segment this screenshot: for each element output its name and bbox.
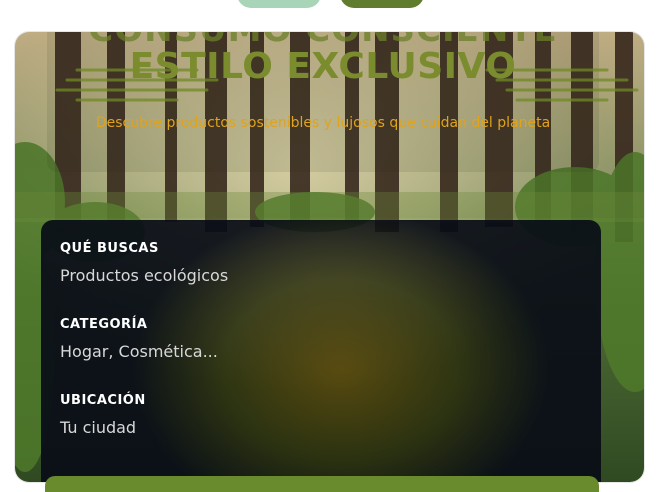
search-field-what[interactable]: QUÉ BUSCAS Productos ecológicos: [60, 241, 228, 285]
search-panel: QUÉ BUSCAS Productos ecológicos CATEGORÍ…: [41, 220, 601, 482]
field-input-category[interactable]: Hogar, Cosmética...: [60, 342, 218, 361]
field-label-location: UBICACIÓN: [60, 393, 146, 408]
hero-content: CONSUMO CONSCIENTE ESTILO EXCLUSIVO Desc…: [47, 32, 639, 172]
field-label-what: QUÉ BUSCAS: [60, 241, 159, 256]
hero-card: CONSUMO CONSCIENTE ESTILO EXCLUSIVO Desc…: [15, 32, 644, 482]
search-field-category[interactable]: CATEGORÍA Hogar, Cosmética...: [60, 317, 218, 361]
top-pill-button-left[interactable]: [237, 0, 321, 8]
top-pill-button-right[interactable]: [340, 0, 424, 8]
hero-title: ESTILO EXCLUSIVO: [129, 46, 517, 87]
search-field-location[interactable]: UBICACIÓN Tu ciudad: [60, 393, 146, 437]
field-input-what[interactable]: Productos ecológicos: [60, 266, 228, 285]
hero-subtitle: Descubre productos sostenibles y lujosos…: [95, 115, 551, 131]
field-input-location[interactable]: Tu ciudad: [60, 418, 146, 437]
search-submit-button[interactable]: [45, 476, 599, 492]
field-label-category: CATEGORÍA: [60, 317, 148, 332]
